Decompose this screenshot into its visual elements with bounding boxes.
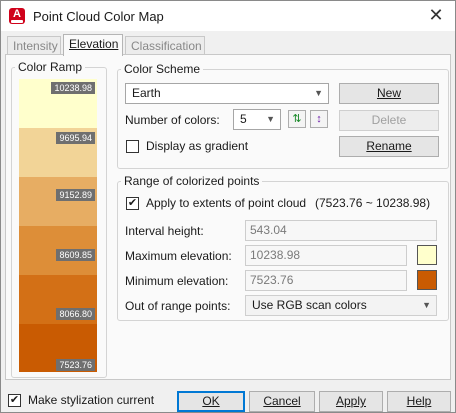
range-legend: Range of colorized points bbox=[121, 174, 263, 188]
apply-to-extents-label: Apply to extents of point cloud bbox=[146, 196, 307, 210]
color-scheme-legend: Color Scheme bbox=[121, 62, 204, 76]
reverse-colors-icon[interactable]: ↕ bbox=[310, 110, 328, 128]
color-ramp-value-label: 10238.98 bbox=[51, 82, 95, 94]
interval-height-label: Interval height: bbox=[125, 224, 204, 238]
maximum-color-swatch[interactable] bbox=[417, 245, 437, 265]
interval-height-field[interactable]: 543.04 bbox=[245, 220, 437, 241]
out-of-range-select[interactable]: Use RGB scan colors ▼ bbox=[245, 295, 437, 316]
rename-button-label: Rename bbox=[366, 139, 412, 153]
color-ramp-legend: Color Ramp bbox=[15, 60, 86, 74]
cancel-button-label: Cancel bbox=[263, 394, 301, 408]
apply-to-extents-checkbox[interactable]: ✔ bbox=[126, 197, 139, 210]
apply-button[interactable]: Apply bbox=[319, 391, 383, 412]
make-stylization-current-label: Make stylization current bbox=[28, 393, 155, 407]
point-cloud-color-map-dialog: A Point Cloud Color Map ✕ Intensity Elev… bbox=[0, 0, 456, 413]
tab-classification[interactable]: Classification bbox=[125, 36, 205, 56]
ok-button[interactable]: OK bbox=[177, 391, 245, 412]
color-ramp-value-label: 9152.89 bbox=[56, 189, 95, 201]
cancel-button[interactable]: Cancel bbox=[249, 391, 315, 412]
tab-elevation[interactable]: Elevation bbox=[63, 34, 123, 56]
chevron-down-icon: ▼ bbox=[266, 114, 275, 124]
swap-colors-icon[interactable]: ⇅ bbox=[288, 110, 306, 128]
maximum-elevation-field[interactable]: 10238.98 bbox=[245, 245, 407, 266]
display-gradient-checkbox[interactable] bbox=[126, 140, 139, 153]
minimum-elevation-label: Minimum elevation: bbox=[125, 274, 229, 288]
color-ramp-value-label: 8609.85 bbox=[56, 249, 95, 261]
chevron-down-icon: ▼ bbox=[314, 88, 323, 98]
color-ramp-value-label: 7523.76 bbox=[56, 359, 95, 371]
color-ramp-segment bbox=[19, 177, 97, 226]
autocad-app-icon: A bbox=[9, 8, 25, 24]
help-button[interactable]: Help bbox=[387, 391, 451, 412]
tab-elevation-label: Elevation bbox=[69, 37, 119, 51]
number-of-colors-value: 5 bbox=[240, 112, 247, 126]
title-bar: A Point Cloud Color Map ✕ bbox=[1, 1, 455, 31]
minimum-elevation-field[interactable]: 7523.76 bbox=[245, 270, 407, 291]
ok-button-label: OK bbox=[202, 394, 220, 408]
make-stylization-current-checkbox[interactable]: ✔ bbox=[8, 394, 21, 407]
number-of-colors-select[interactable]: 5 ▼ bbox=[233, 109, 281, 130]
close-icon[interactable]: ✕ bbox=[425, 4, 447, 26]
color-ramp-value-label: 9695.94 bbox=[56, 132, 95, 144]
color-ramp-value-label: 8066.80 bbox=[56, 308, 95, 320]
color-scheme-value: Earth bbox=[132, 86, 161, 100]
new-button[interactable]: New bbox=[339, 83, 439, 104]
help-button-label: Help bbox=[406, 394, 432, 408]
out-of-range-label: Out of range points: bbox=[125, 299, 231, 313]
window-title: Point Cloud Color Map bbox=[33, 9, 164, 24]
new-button-label: New bbox=[376, 86, 401, 100]
out-of-range-value: Use RGB scan colors bbox=[252, 298, 367, 312]
maximum-elevation-label: Maximum elevation: bbox=[125, 249, 232, 263]
rename-button[interactable]: Rename bbox=[339, 136, 439, 157]
extents-range-text: (7523.76 ~ 10238.98) bbox=[315, 196, 431, 210]
minimum-color-swatch[interactable] bbox=[417, 270, 437, 290]
chevron-down-icon: ▼ bbox=[422, 300, 431, 310]
delete-button[interactable]: Delete bbox=[339, 110, 439, 131]
number-of-colors-label: Number of colors: bbox=[125, 113, 220, 127]
apply-button-label: Apply bbox=[335, 394, 367, 408]
display-gradient-label: Display as gradient bbox=[146, 139, 249, 153]
tab-intensity[interactable]: Intensity bbox=[7, 36, 61, 56]
color-scheme-select[interactable]: Earth ▼ bbox=[125, 83, 329, 104]
